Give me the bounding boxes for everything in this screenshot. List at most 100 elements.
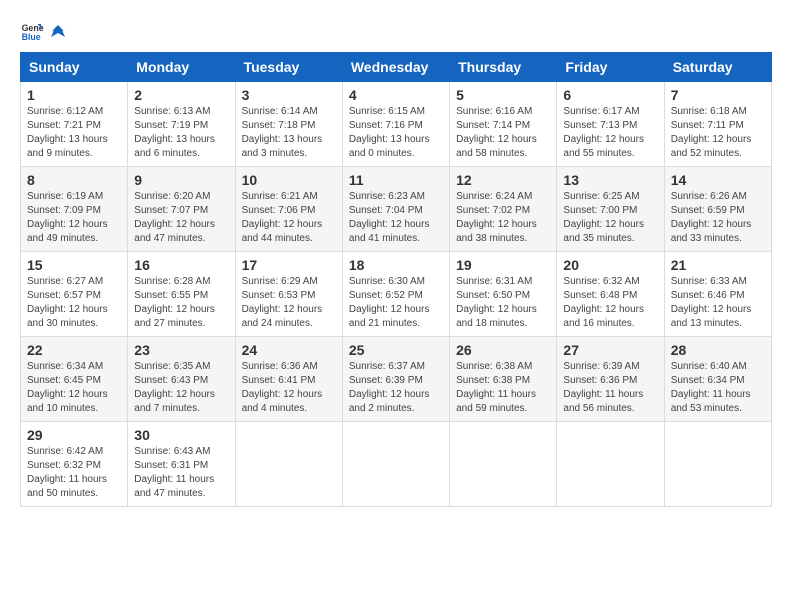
day-number: 8 (27, 172, 121, 188)
day-info: Sunrise: 6:16 AMSunset: 7:14 PMDaylight:… (456, 105, 550, 161)
day-info: Sunrise: 6:36 AMSunset: 6:41 PMDaylight:… (242, 360, 336, 416)
day-number: 10 (242, 172, 336, 188)
day-number: 4 (349, 87, 443, 103)
calendar-week-row: 8 Sunrise: 6:19 AMSunset: 7:09 PMDaylight… (21, 167, 772, 252)
calendar-cell: 6 Sunrise: 6:17 AMSunset: 7:13 PMDaylight… (557, 82, 664, 167)
day-info: Sunrise: 6:32 AMSunset: 6:48 PMDaylight:… (563, 275, 657, 331)
day-info: Sunrise: 6:18 AMSunset: 7:11 PMDaylight:… (671, 105, 765, 161)
calendar-cell: 9Sunrise: 6:20 AMSunset: 7:07 PMDaylight… (128, 167, 235, 252)
day-number: 7 (671, 87, 765, 103)
calendar-cell: 28Sunrise: 6:40 AMSunset: 6:34 PMDayligh… (664, 337, 771, 422)
calendar-cell: 11 Sunrise: 6:23 AMSunset: 7:04 PMDayligh… (342, 167, 449, 252)
calendar-cell: 23 Sunrise: 6:35 AMSunset: 6:43 PMDayligh… (128, 337, 235, 422)
calendar-week-row: 15Sunrise: 6:27 AMSunset: 6:57 PMDayligh… (21, 252, 772, 337)
calendar-cell: 2 Sunrise: 6:13 AMSunset: 7:19 PMDaylight… (128, 82, 235, 167)
day-number: 29 (27, 427, 121, 443)
day-number: 23 (134, 342, 228, 358)
calendar-cell (342, 422, 449, 507)
day-info: Sunrise: 6:26 AMSunset: 6:59 PMDaylight:… (671, 190, 765, 246)
day-number: 5 (456, 87, 550, 103)
day-info: Sunrise: 6:35 AMSunset: 6:43 PMDaylight:… (134, 360, 228, 416)
calendar-cell: 18Sunrise: 6:30 AMSunset: 6:52 PMDayligh… (342, 252, 449, 337)
calendar-week-row: 22 Sunrise: 6:34 AMSunset: 6:45 PMDayligh… (21, 337, 772, 422)
calendar-cell: 3 Sunrise: 6:14 AMSunset: 7:18 PMDaylight… (235, 82, 342, 167)
logo-icon: General Blue (20, 20, 44, 44)
day-info: Sunrise: 6:37 AMSunset: 6:39 PMDaylight:… (349, 360, 443, 416)
day-info: Sunrise: 6:38 AMSunset: 6:38 PMDaylight:… (456, 360, 550, 416)
calendar-cell: 7 Sunrise: 6:18 AMSunset: 7:11 PMDaylight… (664, 82, 771, 167)
day-number: 24 (242, 342, 336, 358)
day-number: 6 (563, 87, 657, 103)
calendar-cell: 19 Sunrise: 6:31 AMSunset: 6:50 PMDayligh… (450, 252, 557, 337)
day-number: 12 (456, 172, 550, 188)
day-number: 13 (563, 172, 657, 188)
calendar-body: 1 Sunrise: 6:12 AMSunset: 7:21 PMDaylight… (21, 82, 772, 507)
day-number: 16 (134, 257, 228, 273)
day-number: 25 (349, 342, 443, 358)
calendar-cell: 25 Sunrise: 6:37 AMSunset: 6:39 PMDayligh… (342, 337, 449, 422)
day-info: Sunrise: 6:25 AMSunset: 7:00 PMDaylight:… (563, 190, 657, 246)
calendar-cell: 29 Sunrise: 6:42 AMSunset: 6:32 PMDayligh… (21, 422, 128, 507)
day-info: Sunrise: 6:34 AMSunset: 6:45 PMDaylight:… (27, 360, 121, 416)
day-info: Sunrise: 6:42 AMSunset: 6:32 PMDaylight:… (27, 445, 121, 501)
day-info: Sunrise: 6:31 AMSunset: 6:50 PMDaylight:… (456, 275, 550, 331)
day-number: 1 (27, 87, 121, 103)
calendar-cell (450, 422, 557, 507)
calendar-cell: 1 Sunrise: 6:12 AMSunset: 7:21 PMDaylight… (21, 82, 128, 167)
calendar-cell: 26 Sunrise: 6:38 AMSunset: 6:38 PMDayligh… (450, 337, 557, 422)
calendar-cell: 17Sunrise: 6:29 AMSunset: 6:53 PMDayligh… (235, 252, 342, 337)
calendar-table: SundayMondayTuesdayWednesdayThursdayFrid… (20, 52, 772, 507)
day-info: Sunrise: 6:33 AMSunset: 6:46 PMDaylight:… (671, 275, 765, 331)
day-info: Sunrise: 6:19 AMSunset: 7:09 PMDaylight:… (27, 190, 121, 246)
day-info: Sunrise: 6:12 AMSunset: 7:21 PMDaylight:… (27, 105, 121, 161)
calendar-header-monday: Monday (128, 53, 235, 82)
calendar-cell (557, 422, 664, 507)
calendar-cell: 20 Sunrise: 6:32 AMSunset: 6:48 PMDayligh… (557, 252, 664, 337)
day-info: Sunrise: 6:29 AMSunset: 6:53 PMDaylight:… (242, 275, 336, 331)
calendar-header-sunday: Sunday (21, 53, 128, 82)
calendar-cell: 8 Sunrise: 6:19 AMSunset: 7:09 PMDaylight… (21, 167, 128, 252)
day-number: 3 (242, 87, 336, 103)
day-number: 22 (27, 342, 121, 358)
day-info: Sunrise: 6:13 AMSunset: 7:19 PMDaylight:… (134, 105, 228, 161)
calendar-cell: 22 Sunrise: 6:34 AMSunset: 6:45 PMDayligh… (21, 337, 128, 422)
calendar-cell: 5 Sunrise: 6:16 AMSunset: 7:14 PMDaylight… (450, 82, 557, 167)
day-info: Sunrise: 6:21 AMSunset: 7:06 PMDaylight:… (242, 190, 336, 246)
calendar-header-row: SundayMondayTuesdayWednesdayThursdayFrid… (21, 53, 772, 82)
svg-text:Blue: Blue (22, 32, 41, 42)
day-number: 19 (456, 257, 550, 273)
calendar-cell: 16 Sunrise: 6:28 AMSunset: 6:55 PMDayligh… (128, 252, 235, 337)
calendar-header-thursday: Thursday (450, 53, 557, 82)
day-info: Sunrise: 6:24 AMSunset: 7:02 PMDaylight:… (456, 190, 550, 246)
day-number: 2 (134, 87, 228, 103)
day-info: Sunrise: 6:20 AMSunset: 7:07 PMDaylight:… (134, 190, 228, 246)
day-info: Sunrise: 6:17 AMSunset: 7:13 PMDaylight:… (563, 105, 657, 161)
day-number: 28 (671, 342, 765, 358)
day-number: 21 (671, 257, 765, 273)
calendar-cell: 27Sunrise: 6:39 AMSunset: 6:36 PMDayligh… (557, 337, 664, 422)
calendar-cell: 15Sunrise: 6:27 AMSunset: 6:57 PMDayligh… (21, 252, 128, 337)
day-info: Sunrise: 6:28 AMSunset: 6:55 PMDaylight:… (134, 275, 228, 331)
day-number: 20 (563, 257, 657, 273)
calendar-cell: 13 Sunrise: 6:25 AMSunset: 7:00 PMDayligh… (557, 167, 664, 252)
calendar-cell: 12 Sunrise: 6:24 AMSunset: 7:02 PMDayligh… (450, 167, 557, 252)
day-number: 26 (456, 342, 550, 358)
calendar-cell: 24 Sunrise: 6:36 AMSunset: 6:41 PMDayligh… (235, 337, 342, 422)
day-number: 27 (563, 342, 657, 358)
calendar-week-row: 1 Sunrise: 6:12 AMSunset: 7:21 PMDaylight… (21, 82, 772, 167)
day-number: 14 (671, 172, 765, 188)
calendar-cell (235, 422, 342, 507)
day-info: Sunrise: 6:14 AMSunset: 7:18 PMDaylight:… (242, 105, 336, 161)
day-info: Sunrise: 6:23 AMSunset: 7:04 PMDaylight:… (349, 190, 443, 246)
calendar-week-row: 29 Sunrise: 6:42 AMSunset: 6:32 PMDayligh… (21, 422, 772, 507)
calendar-cell: 4Sunrise: 6:15 AMSunset: 7:16 PMDaylight… (342, 82, 449, 167)
calendar-header-friday: Friday (557, 53, 664, 82)
day-number: 11 (349, 172, 443, 188)
logo-bird-icon (49, 23, 67, 41)
calendar-header-tuesday: Tuesday (235, 53, 342, 82)
calendar-header-saturday: Saturday (664, 53, 771, 82)
day-number: 30 (134, 427, 228, 443)
logo: General Blue (20, 20, 68, 44)
calendar-header-wednesday: Wednesday (342, 53, 449, 82)
calendar-cell: 10 Sunrise: 6:21 AMSunset: 7:06 PMDayligh… (235, 167, 342, 252)
